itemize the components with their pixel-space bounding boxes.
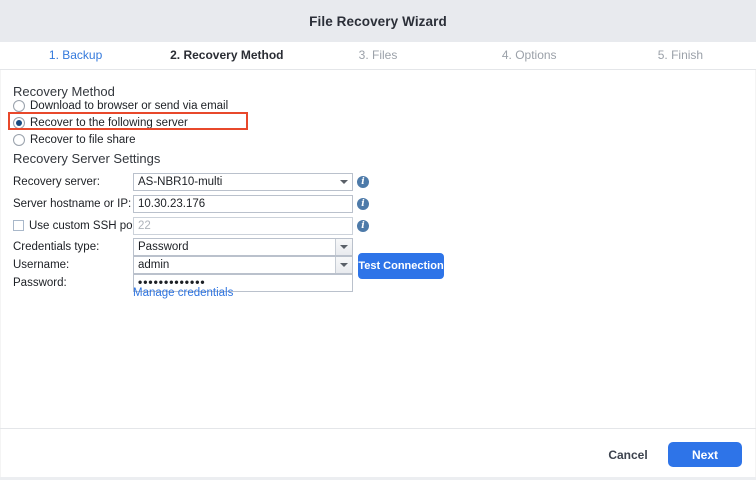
dialog-title: File Recovery Wizard xyxy=(309,14,447,29)
recovery-server-select[interactable]: AS-NBR10-multi xyxy=(133,173,353,191)
info-icon[interactable]: i xyxy=(357,220,369,232)
hostname-input[interactable] xyxy=(133,195,353,213)
ssh-port-input xyxy=(133,217,353,235)
password-label: Password: xyxy=(13,274,131,292)
recovery-server-value: AS-NBR10-multi xyxy=(138,174,222,190)
recovery-server-label: Recovery server: xyxy=(13,173,131,191)
radio-icon-selected[interactable] xyxy=(13,117,25,129)
file-recovery-wizard-dialog: File Recovery Wizard 1. Backup 2. Recove… xyxy=(0,0,756,480)
step-finish: 5. Finish xyxy=(605,42,756,69)
test-connection-button[interactable]: Test Connection xyxy=(358,253,444,279)
hostname-label: Server hostname or IP: xyxy=(13,195,131,213)
radio-label[interactable]: Recover to file share xyxy=(30,134,135,146)
radio-option-recover-to-server[interactable]: Recover to the following server xyxy=(13,116,188,130)
dialog-titlebar: File Recovery Wizard xyxy=(0,0,756,42)
chevron-down-icon xyxy=(340,245,348,249)
server-settings-heading: Recovery Server Settings xyxy=(13,151,160,166)
credentials-type-select[interactable]: Password xyxy=(133,238,353,256)
cancel-button[interactable]: Cancel xyxy=(600,446,656,464)
step-backup[interactable]: 1. Backup xyxy=(0,42,151,69)
ssh-port-checkbox[interactable] xyxy=(13,220,24,231)
radio-label[interactable]: Recover to the following server xyxy=(30,117,188,129)
credentials-type-label: Credentials type: xyxy=(13,238,131,256)
step-recovery-method: 2. Recovery Method xyxy=(151,42,302,69)
credentials-type-value: Password xyxy=(138,239,189,255)
wizard-steps: 1. Backup 2. Recovery Method 3. Files 4.… xyxy=(0,42,756,70)
chevron-down-icon xyxy=(340,263,348,267)
combo-trigger[interactable] xyxy=(335,239,352,255)
radio-label[interactable]: Download to browser or send via email xyxy=(30,100,228,112)
footer-divider xyxy=(0,428,756,429)
username-label: Username: xyxy=(13,256,131,274)
step-options: 4. Options xyxy=(454,42,605,69)
radio-option-download[interactable]: Download to browser or send via email xyxy=(13,99,228,113)
ssh-port-label[interactable]: Use custom SSH port: xyxy=(29,217,143,235)
chevron-down-icon[interactable] xyxy=(340,180,348,184)
info-icon[interactable]: i xyxy=(357,198,369,210)
radio-option-file-share[interactable]: Recover to file share xyxy=(13,133,135,147)
recovery-method-heading: Recovery Method xyxy=(13,84,115,99)
radio-icon[interactable] xyxy=(13,100,25,112)
next-button[interactable]: Next xyxy=(668,442,742,467)
radio-icon[interactable] xyxy=(13,134,25,146)
step-files: 3. Files xyxy=(302,42,453,69)
manage-credentials-link[interactable]: Manage credentials xyxy=(133,287,233,299)
username-value: admin xyxy=(138,257,169,273)
info-icon[interactable]: i xyxy=(357,176,369,188)
username-select[interactable]: admin xyxy=(133,256,353,274)
combo-trigger[interactable] xyxy=(335,257,352,273)
